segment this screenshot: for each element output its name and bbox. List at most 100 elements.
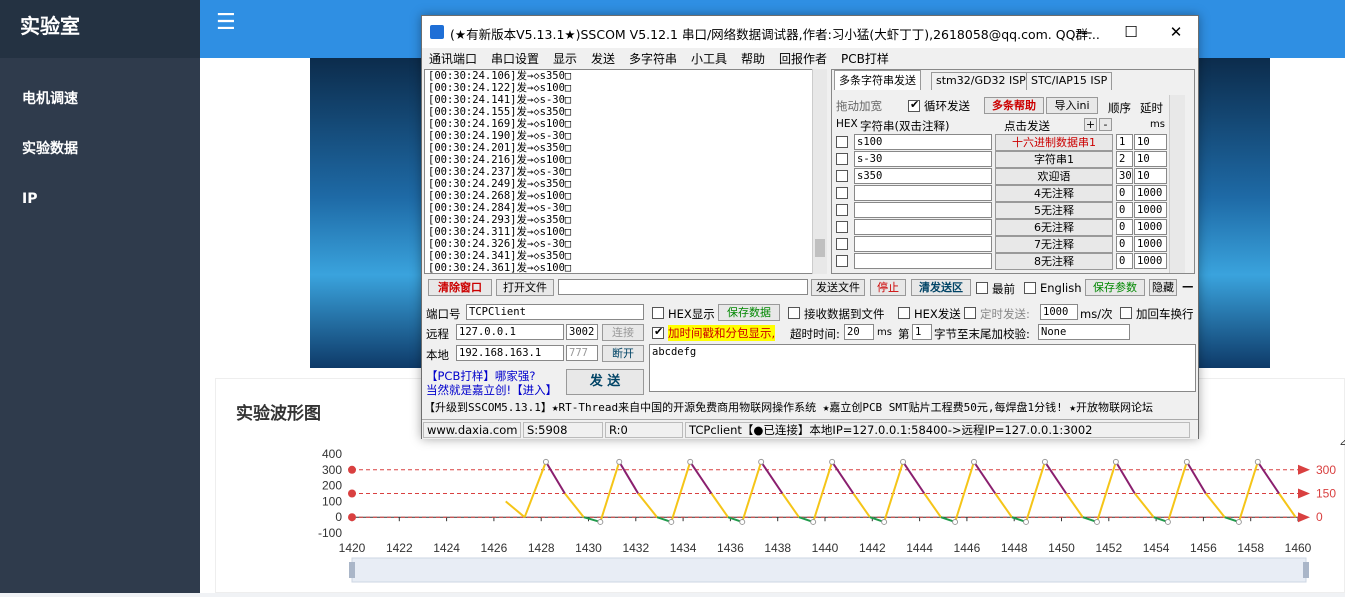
row-order-field[interactable]: 1 bbox=[1116, 134, 1133, 150]
row-hex-checkbox[interactable] bbox=[836, 187, 848, 199]
row-order-field[interactable]: 0 bbox=[1116, 219, 1133, 235]
row-send-button[interactable]: 欢迎语 bbox=[995, 168, 1113, 185]
row-string-field[interactable] bbox=[854, 185, 992, 201]
tab-stm32-isp[interactable]: stm32/GD32 ISP bbox=[931, 72, 1031, 90]
menu-port[interactable]: 通讯端口 bbox=[429, 50, 477, 67]
status-site[interactable]: www.daxia.com bbox=[423, 422, 521, 438]
menu-tools[interactable]: 小工具 bbox=[691, 50, 727, 67]
row-order-field[interactable]: 0 bbox=[1116, 236, 1133, 252]
open-file-button[interactable]: 打开文件 bbox=[496, 279, 554, 296]
sidebar-item-ip[interactable]: IP bbox=[0, 174, 200, 224]
clear-window-button[interactable]: 清除窗口 bbox=[428, 279, 492, 296]
row-delay-field[interactable]: 10 bbox=[1134, 151, 1167, 167]
timed-send-checkbox[interactable] bbox=[964, 307, 976, 319]
minus-button[interactable]: - bbox=[1099, 118, 1112, 131]
row-string-field[interactable]: s350 bbox=[854, 168, 992, 184]
maximize-button[interactable]: ☐ bbox=[1108, 16, 1154, 48]
row-order-field[interactable]: 2 bbox=[1116, 151, 1133, 167]
row-send-button[interactable]: 5无注释 bbox=[995, 202, 1113, 219]
row-hex-checkbox[interactable] bbox=[836, 153, 848, 165]
period-field[interactable]: 1000 bbox=[1040, 304, 1078, 320]
row-hex-checkbox[interactable] bbox=[836, 170, 848, 182]
row-send-button[interactable]: 8无注释 bbox=[995, 253, 1113, 270]
row-delay-field[interactable]: 1000 bbox=[1134, 219, 1167, 235]
checksum-select[interactable]: None bbox=[1038, 324, 1130, 340]
row-delay-field[interactable]: 10 bbox=[1134, 168, 1167, 184]
timeout-field[interactable]: 20 bbox=[844, 324, 874, 340]
menu-multistring[interactable]: 多字符串 bbox=[629, 50, 677, 67]
row-order-field[interactable]: 30 bbox=[1116, 168, 1133, 184]
row-string-field[interactable] bbox=[854, 253, 992, 269]
row-hex-checkbox[interactable] bbox=[836, 136, 848, 148]
menu-display[interactable]: 显示 bbox=[553, 50, 577, 67]
english-checkbox[interactable] bbox=[1024, 282, 1036, 294]
row-hex-checkbox[interactable] bbox=[836, 255, 848, 267]
row-hex-checkbox[interactable] bbox=[836, 204, 848, 216]
port-select[interactable]: TCPClient bbox=[466, 304, 644, 320]
row-send-button[interactable]: 7无注释 bbox=[995, 236, 1113, 253]
menu-help[interactable]: 帮助 bbox=[741, 50, 765, 67]
row-order-field[interactable]: 0 bbox=[1116, 253, 1133, 269]
nth-field[interactable]: 1 bbox=[912, 324, 932, 340]
row-order-field[interactable]: 0 bbox=[1116, 185, 1133, 201]
row-hex-checkbox[interactable] bbox=[836, 238, 848, 250]
row-string-field[interactable] bbox=[854, 236, 992, 252]
row-delay-field[interactable]: 10 bbox=[1134, 134, 1167, 150]
timestamp-checkbox[interactable]: ✔ bbox=[652, 325, 664, 339]
receive-log[interactable]: [00:30:24.106]发→◇s350□ [00:30:24.122]发→◇s… bbox=[424, 69, 827, 274]
send-button[interactable]: 发 送 bbox=[566, 369, 644, 395]
connect-button[interactable]: 连接 bbox=[602, 324, 644, 341]
topmost-checkbox[interactable] bbox=[976, 282, 988, 294]
sidebar-item-data[interactable]: 实验数据 bbox=[0, 124, 200, 174]
row-send-button[interactable]: 4无注释 bbox=[995, 185, 1113, 202]
import-ini-button[interactable]: 导入ini bbox=[1046, 97, 1098, 114]
clear-send-button[interactable]: 清发送区 bbox=[911, 279, 971, 296]
hide-button[interactable]: 隐藏 bbox=[1149, 279, 1177, 296]
sidebar-item-motor[interactable]: 电机调速 bbox=[0, 74, 200, 124]
disconnect-button[interactable]: 断开 bbox=[602, 345, 644, 362]
menu-pcb[interactable]: PCB打样 bbox=[841, 50, 889, 67]
row-hex-checkbox[interactable] bbox=[836, 221, 848, 233]
collapse-button[interactable]: — bbox=[1182, 279, 1194, 293]
menu-serial-settings[interactable]: 串口设置 bbox=[491, 50, 539, 67]
row-delay-field[interactable]: 1000 bbox=[1134, 202, 1167, 218]
multi-scrollbar[interactable] bbox=[1169, 95, 1185, 273]
local-ip-select[interactable]: 192.168.163.1 bbox=[456, 345, 564, 361]
remote-ip-field[interactable]: 127.0.0.1 bbox=[456, 324, 564, 340]
row-delay-field[interactable]: 1000 bbox=[1134, 236, 1167, 252]
row-send-button[interactable]: 十六进制数据串1 bbox=[995, 134, 1113, 151]
stop-button[interactable]: 停止 bbox=[870, 279, 906, 296]
multi-help-button[interactable]: 多条帮助 bbox=[984, 97, 1044, 114]
loop-send-checkbox[interactable]: ✔ bbox=[908, 98, 920, 112]
row-string-field[interactable] bbox=[854, 202, 992, 218]
row-send-button[interactable]: 6无注释 bbox=[995, 219, 1113, 236]
send-file-button[interactable]: 发送文件 bbox=[811, 279, 865, 296]
file-path-field[interactable] bbox=[558, 279, 808, 295]
menu-icon[interactable]: ☰ bbox=[216, 10, 236, 35]
send-text-area[interactable]: abcdefg bbox=[649, 344, 1196, 392]
tab-multi-string[interactable]: 多条字符串发送 bbox=[834, 70, 921, 90]
log-scrollbar[interactable] bbox=[812, 69, 827, 274]
row-string-field[interactable]: s100 bbox=[854, 134, 992, 150]
hex-send-checkbox[interactable] bbox=[898, 307, 910, 319]
menu-report[interactable]: 回报作者 bbox=[779, 50, 827, 67]
minimize-button[interactable]: — bbox=[1062, 16, 1108, 48]
pcb-ad-line2[interactable]: 当然就是嘉立创!【进入】 bbox=[426, 382, 557, 398]
tab-stc-isp[interactable]: STC/IAP15 ISP bbox=[1026, 72, 1113, 90]
save-params-button[interactable]: 保存参数 bbox=[1085, 279, 1145, 296]
add-crlf-checkbox[interactable] bbox=[1120, 307, 1132, 319]
hex-display-checkbox[interactable] bbox=[652, 307, 664, 319]
remote-port-field[interactable]: 3002 bbox=[566, 324, 598, 340]
save-data-button[interactable]: 保存数据 bbox=[718, 304, 780, 321]
recv-to-file-checkbox[interactable] bbox=[788, 307, 800, 319]
row-string-field[interactable] bbox=[854, 219, 992, 235]
row-delay-field[interactable]: 1000 bbox=[1134, 185, 1167, 201]
row-order-field[interactable]: 0 bbox=[1116, 202, 1133, 218]
row-string-field[interactable]: s-30 bbox=[854, 151, 992, 167]
menu-send[interactable]: 发送 bbox=[591, 50, 615, 67]
row-delay-field[interactable]: 1000 bbox=[1134, 253, 1167, 269]
local-port-field[interactable]: 777 bbox=[566, 345, 598, 361]
row-send-button[interactable]: 字符串1 bbox=[995, 151, 1113, 168]
plus-button[interactable]: + bbox=[1084, 118, 1097, 131]
close-button[interactable]: ✕ bbox=[1153, 16, 1199, 48]
